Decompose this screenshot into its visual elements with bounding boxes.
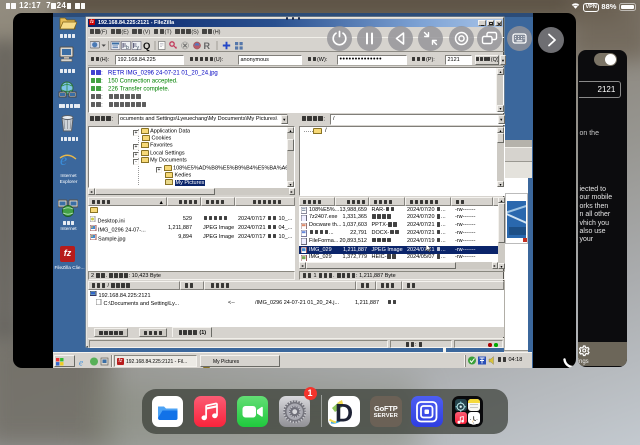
svg-text:R: R [204,41,211,51]
svg-text:b: b [126,45,129,51]
svg-text:D: D [335,399,353,427]
svg-text:e: e [79,357,83,367]
svg-text:e: e [60,152,67,169]
svg-text:Q: Q [143,41,150,51]
